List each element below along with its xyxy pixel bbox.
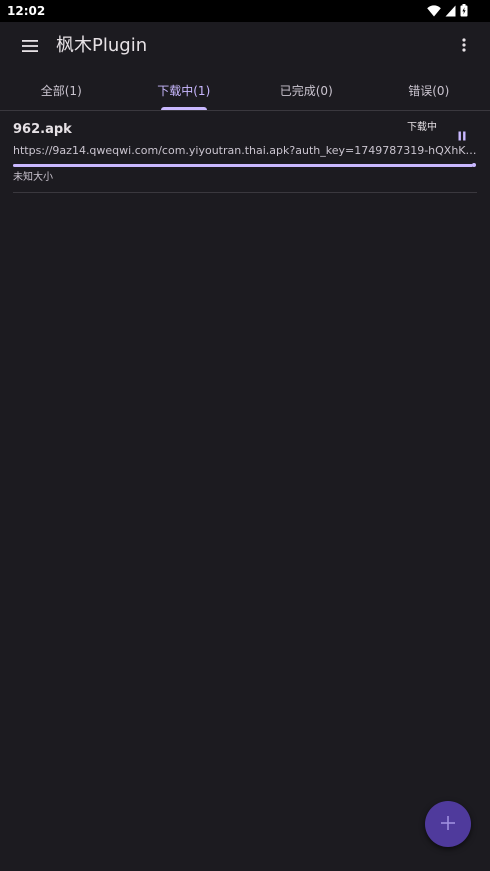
status-icons	[427, 4, 468, 17]
plus-icon	[441, 815, 455, 834]
page-title: 枫木Plugin	[56, 35, 148, 56]
tab-completed[interactable]: 已完成(0)	[245, 72, 368, 110]
progress-fill	[13, 164, 473, 167]
status-time: 12:02	[7, 4, 46, 18]
hamburger-menu-icon	[22, 37, 38, 56]
tab-label: 下载中(1)	[157, 84, 211, 98]
wifi-icon	[427, 4, 441, 17]
battery-icon	[460, 4, 468, 17]
tab-indicator	[160, 107, 207, 110]
status-bar: 12:02	[0, 0, 490, 22]
file-size: 未知大小	[13, 172, 53, 183]
more-vert-icon	[462, 37, 466, 56]
tab-error[interactable]: 错误(0)	[368, 72, 490, 110]
pause-button[interactable]	[453, 126, 471, 144]
app-bar: 枫木Plugin	[0, 22, 490, 72]
tab-label: 错误(0)	[408, 84, 450, 98]
cell-signal-icon	[445, 5, 456, 17]
progress-bar	[13, 163, 476, 167]
progress-end-dot	[472, 163, 476, 167]
download-status: 下载中	[407, 122, 437, 133]
tab-label: 全部(1)	[40, 84, 82, 98]
download-url: https://9az14.qweqwi.com/com.yiyoutran.t…	[13, 144, 477, 157]
tab-bar: 全部(1) 下载中(1) 已完成(0) 错误(0)	[0, 72, 490, 111]
pause-icon	[457, 126, 467, 145]
menu-button[interactable]	[16, 34, 44, 58]
tab-downloading[interactable]: 下载中(1)	[123, 72, 246, 110]
add-download-button[interactable]	[425, 801, 471, 847]
download-item[interactable]: 962.apk 下载中 https://9az14.qweqwi.com/com…	[13, 114, 477, 193]
tab-label: 已完成(0)	[279, 84, 333, 98]
more-options-button[interactable]	[454, 34, 474, 58]
tab-all[interactable]: 全部(1)	[0, 72, 123, 110]
file-name: 962.apk	[13, 122, 72, 137]
